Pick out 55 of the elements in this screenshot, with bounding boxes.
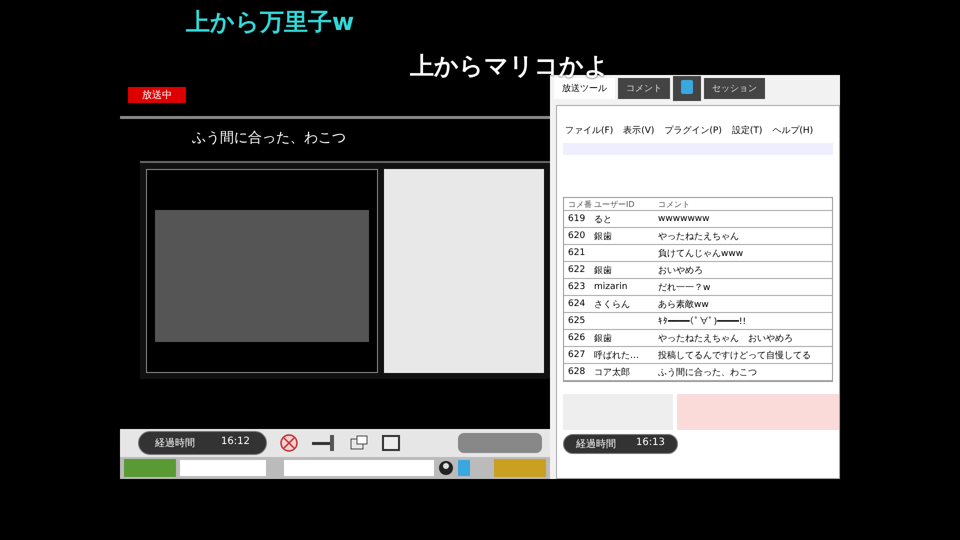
table-cell-text: 620 xyxy=(567,231,586,241)
table-cell-text: 628 xyxy=(567,367,586,377)
column-header[interactable]: コメ番 xyxy=(564,198,594,210)
table-cell-text: ｷﾀ━━━━(ﾟ∀ﾟ)━━━━!! xyxy=(658,316,748,326)
table-cell: さくらん xyxy=(594,300,630,310)
elapsed-time-display: 経過時間 16:12 xyxy=(138,431,267,455)
table-cell-text: おいやめろ xyxy=(658,264,704,276)
table-cell-text: 624 xyxy=(567,299,586,309)
table-cell-text: 625 xyxy=(567,316,586,326)
table-cell: 銀歯 xyxy=(594,266,612,276)
command-button[interactable] xyxy=(124,459,176,477)
table-cell-text: ふう間に合った、わこつ xyxy=(658,366,758,378)
tab[interactable] xyxy=(673,76,701,100)
comment-submit-button[interactable] xyxy=(494,459,546,477)
table-cell-text: やったねたえちゃん おいやめろ xyxy=(658,332,794,344)
screen-icon[interactable] xyxy=(380,433,401,453)
menu-item[interactable]: 表示(V) xyxy=(623,124,654,137)
table-cell: ると xyxy=(594,214,612,224)
table-cell-text: wwwwwww xyxy=(658,214,711,224)
tab[interactable]: セッション xyxy=(704,78,765,98)
table-cell-text: 負けてんじゃんwww xyxy=(658,248,744,260)
menu-item[interactable]: ヘルプ(H) xyxy=(772,124,814,137)
table-cell-text: 619 xyxy=(567,214,586,224)
command-field[interactable] xyxy=(180,460,266,476)
table-cell-text: 622 xyxy=(567,265,586,275)
table-cell-text: 623 xyxy=(567,282,586,292)
live-status-label: 放送中 xyxy=(128,87,186,103)
table-cell: 呼ばれた… xyxy=(594,350,639,360)
table-cell-text: 626 xyxy=(567,333,586,343)
mute-icon[interactable] xyxy=(278,433,299,453)
table-cell-text: あら素敵ww xyxy=(658,298,710,310)
column-header[interactable]: コメント xyxy=(658,198,832,210)
table-cell-text: だれ一一？w xyxy=(658,282,712,294)
control-button[interactable] xyxy=(458,433,542,453)
caption-text: ふう間に合った、わこつ xyxy=(191,129,347,148)
comment-input-field[interactable] xyxy=(677,394,839,430)
tab[interactable]: コメント xyxy=(618,78,670,98)
menu-item[interactable]: ファイル(F) xyxy=(565,124,614,137)
overlay-comment: 上から万里子w xyxy=(186,7,354,38)
volume-slider-icon[interactable] xyxy=(310,433,337,453)
table-cell: 銀歯 xyxy=(594,334,612,344)
elapsed-time-display: 経過時間 16:13 xyxy=(563,434,678,454)
column-header[interactable]: ユーザーID xyxy=(594,198,658,210)
table-cell: mizarin xyxy=(594,282,628,292)
table-cell-text: やったねたえちゃん xyxy=(658,230,740,242)
table-cell-text: 投稿してるんですけどって自慢してる xyxy=(658,350,812,362)
menu-item[interactable]: プラグイン(P) xyxy=(664,124,722,137)
tab[interactable]: 放送ツール xyxy=(554,78,615,98)
person-icon[interactable] xyxy=(438,460,454,476)
menu-item[interactable]: 設定(T) xyxy=(732,124,762,137)
table-cell: 銀歯 xyxy=(594,232,612,242)
table-cell-text: 621 xyxy=(567,248,586,258)
table-cell-text: 627 xyxy=(567,350,586,360)
comment-input-field[interactable] xyxy=(284,460,434,476)
table-cell: コア太郎 xyxy=(594,368,630,378)
